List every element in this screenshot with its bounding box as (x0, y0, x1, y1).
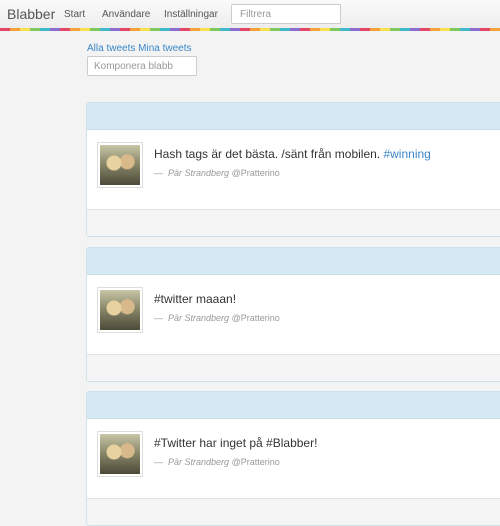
tweet-card-body: #twitter maaan! — Pär Strandberg @Pratte… (87, 275, 500, 354)
nav-link-start[interactable]: Start (64, 9, 85, 20)
meta-dash: — (154, 313, 163, 323)
tweet-hashtag-text: #twitter maaan! (154, 292, 237, 306)
top-navbar: Blabber Start Användare Inställningar (0, 0, 500, 28)
tweet-handle[interactable]: @Pratterino (232, 168, 280, 178)
avatar-photo (100, 145, 140, 185)
tweet-card-header (87, 103, 500, 130)
tweet-card: #twitter maaan! — Pär Strandberg @Pratte… (86, 247, 500, 382)
tab-all-tweets[interactable]: Alla tweets (87, 43, 135, 54)
compose-input[interactable] (87, 56, 197, 76)
tweet-text: #twitter maaan! (154, 292, 236, 306)
meta-dash: — (154, 168, 163, 178)
meta-dash: — (154, 457, 163, 467)
avatar[interactable] (97, 431, 143, 477)
tweet-card: #Twitter har inget på #Blabber! — Pär St… (86, 391, 500, 526)
filter-input[interactable] (231, 4, 341, 24)
tweet-author[interactable]: Pär Strandberg (168, 313, 229, 323)
tweet-text: Hash tags är det bästa. /sänt från mobil… (154, 147, 431, 161)
tweet-card-body: Hash tags är det bästa. /sänt från mobil… (87, 130, 500, 209)
hashtag-link[interactable]: #winning (383, 147, 430, 161)
tweet-card-header (87, 392, 500, 419)
avatar-photo (100, 434, 140, 474)
tweet-card-footer (87, 354, 500, 381)
avatar[interactable] (97, 142, 143, 188)
nav-link-users[interactable]: Användare (102, 9, 150, 20)
tweet-author[interactable]: Pär Strandberg (168, 168, 229, 178)
tweet-meta: — Pär Strandberg @Pratterino (154, 457, 280, 467)
avatar-photo (100, 290, 140, 330)
nav-link-settings[interactable]: Inställningar (164, 9, 218, 20)
rainbow-divider (0, 28, 500, 31)
tweet-card-footer (87, 209, 500, 236)
tab-my-tweets[interactable]: Mina tweets (138, 43, 191, 54)
tweet-author[interactable]: Pär Strandberg (168, 457, 229, 467)
tweet-card: Hash tags är det bästa. /sänt från mobil… (86, 102, 500, 237)
tweet-text: #Twitter har inget på #Blabber! (154, 436, 317, 450)
tweet-card-footer (87, 498, 500, 525)
tweet-meta: — Pär Strandberg @Pratterino (154, 168, 280, 178)
brand-logo[interactable]: Blabber (7, 6, 55, 22)
tweet-handle[interactable]: @Pratterino (232, 313, 280, 323)
tweet-card-body: #Twitter har inget på #Blabber! — Pär St… (87, 419, 500, 498)
tweet-hashtag-text: #Twitter har inget på #Blabber! (154, 436, 318, 450)
tweet-handle[interactable]: @Pratterino (232, 457, 280, 467)
tweet-meta: — Pär Strandberg @Pratterino (154, 313, 280, 323)
timeline-tabs: Alla tweets Mina tweets (87, 43, 192, 54)
tweet-body: Hash tags är det bästa. /sänt från mobil… (154, 147, 384, 161)
tweet-card-header (87, 248, 500, 275)
avatar[interactable] (97, 287, 143, 333)
